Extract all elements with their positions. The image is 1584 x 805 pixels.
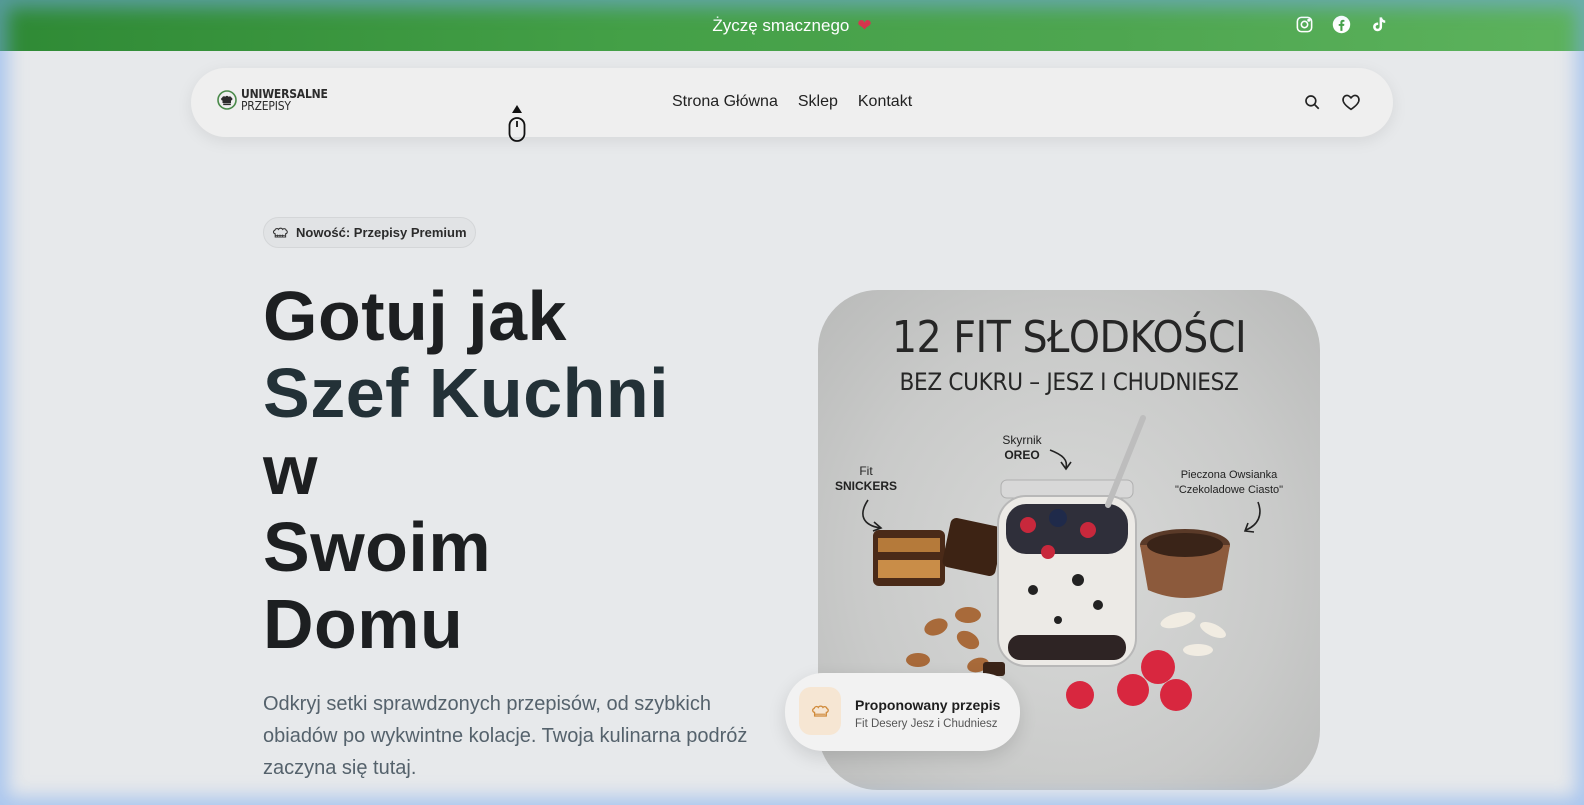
almonds-image: [906, 607, 989, 673]
chef-logo-icon: [217, 90, 237, 110]
main-navbar: UNIWERSALNE PRZEPISY Strona Główna Sklep…: [191, 68, 1393, 142]
nav-links: Strona Główna Sklep Kontakt: [672, 93, 912, 111]
headline-line-3: w: [263, 431, 318, 509]
announcement-message: Życzę smacznego ❤: [712, 16, 871, 36]
headline-line-2: Szef Kuchni: [263, 354, 670, 432]
suggested-subtitle: Fit Desery Jesz i Chudniesz: [855, 718, 998, 730]
premium-badge[interactable]: Nowość: Przepisy Premium: [263, 217, 476, 248]
headline-line-4: Swoim: [263, 508, 492, 586]
snickers-bar-image: [873, 518, 1004, 586]
heart-emoji-icon: ❤: [857, 15, 872, 35]
logo-wordmark: UNIWERSALNE PRZEPISY: [241, 88, 328, 112]
nav-actions: [1303, 93, 1361, 116]
chef-hat-icon: [799, 687, 841, 735]
nav-link-home[interactable]: Strona Główna: [672, 93, 778, 111]
headline-line-5: Domu: [263, 585, 464, 663]
headline-line-1: Gotuj jak: [263, 277, 567, 355]
badge-text: Nowość: Przepisy Premium: [296, 225, 467, 240]
suggested-title: Proponowany przepis: [855, 697, 1001, 713]
hero-headline: Gotuj jak Szef Kuchni w Swoim Domu: [263, 278, 783, 663]
heart-icon[interactable]: [1341, 93, 1361, 116]
announcement-bar: Życzę smacznego ❤: [0, 0, 1584, 51]
tiktok-icon[interactable]: [1369, 15, 1388, 34]
instagram-icon[interactable]: [1295, 15, 1314, 34]
facebook-icon[interactable]: [1332, 15, 1351, 34]
nav-link-shop[interactable]: Sklep: [798, 93, 838, 111]
chocolate-oatmeal-ramekin-image: [1140, 529, 1230, 598]
social-links: [1295, 15, 1388, 34]
search-icon[interactable]: [1303, 93, 1321, 116]
hero-lead-text: Odkryj setki sprawdzonych przepisów, od …: [263, 693, 748, 779]
site-logo[interactable]: UNIWERSALNE PRZEPISY: [217, 88, 328, 112]
announcement-text: Życzę smacznego: [712, 15, 850, 35]
coconut-flakes-image: [1160, 611, 1226, 656]
suggested-recipe-card[interactable]: Proponowany przepis Fit Desery Jesz i Ch…: [785, 673, 1020, 751]
mouse-cursor-icon: [507, 104, 527, 149]
logo-line-2: PRZEPISY: [241, 99, 291, 113]
nav-link-contact[interactable]: Kontakt: [858, 93, 912, 111]
oreo-jar-image: [997, 415, 1146, 667]
chef-hat-icon: [272, 227, 288, 238]
